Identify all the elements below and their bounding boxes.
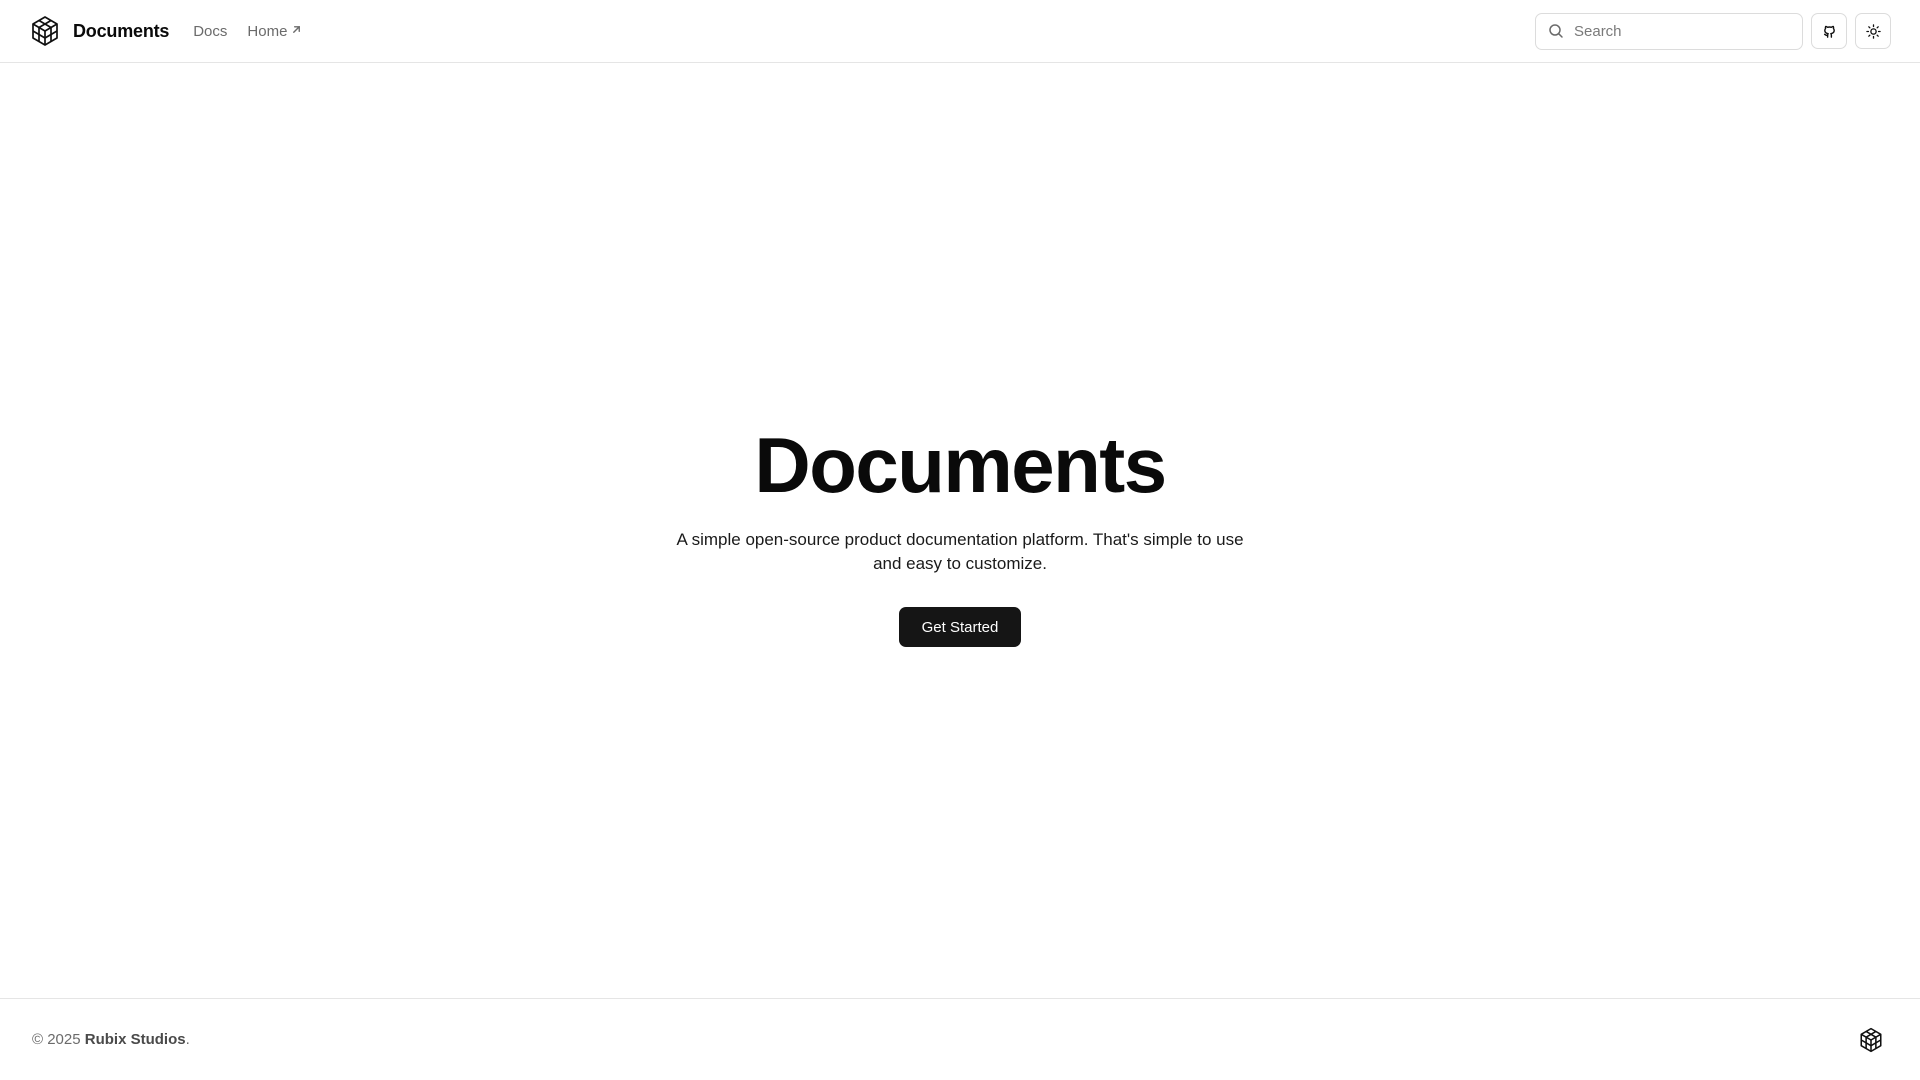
- nav-link-label: Docs: [193, 22, 228, 40]
- github-icon: [1822, 24, 1837, 39]
- header-actions: [1535, 12, 1891, 50]
- search-box[interactable]: [1535, 12, 1803, 50]
- cube-logo-icon: [1858, 1027, 1884, 1053]
- main-nav: Docs Home: [193, 23, 302, 40]
- copyright-suffix: .: [185, 1031, 190, 1048]
- theme-toggle-button[interactable]: [1855, 13, 1891, 49]
- hero-section: Documents A simple open-source product d…: [0, 420, 1920, 647]
- copyright-prefix: © 2025: [32, 1031, 85, 1048]
- nav-link-label: Home: [247, 22, 288, 40]
- search-icon: [1548, 23, 1564, 39]
- arrow-up-right-icon: [291, 24, 302, 38]
- nav-link-docs[interactable]: Docs: [193, 23, 227, 40]
- sun-icon: [1865, 23, 1881, 39]
- top-navbar: Documents Docs Home: [0, 0, 1920, 63]
- nav-link-home[interactable]: Home: [247, 23, 302, 40]
- footer-copyright: © 2025 Rubix Studios.: [32, 1031, 190, 1048]
- search-input[interactable]: [1574, 22, 1790, 40]
- footer: © 2025 Rubix Studios.: [0, 998, 1920, 1080]
- copyright-owner: Rubix Studios: [84, 1031, 186, 1048]
- page: Documents Docs Home Search Documents A s…: [0, 0, 1920, 1080]
- brand-home-link[interactable]: Documents: [29, 15, 169, 47]
- hero-title: Documents: [754, 421, 1167, 509]
- cube-logo-icon: [29, 15, 61, 47]
- get-started-button[interactable]: Get Started: [898, 607, 1022, 647]
- github-button[interactable]: [1811, 13, 1847, 49]
- brand-name: Documents: [73, 20, 170, 41]
- hero-subtitle: A simple open-source product documentati…: [676, 530, 1244, 573]
